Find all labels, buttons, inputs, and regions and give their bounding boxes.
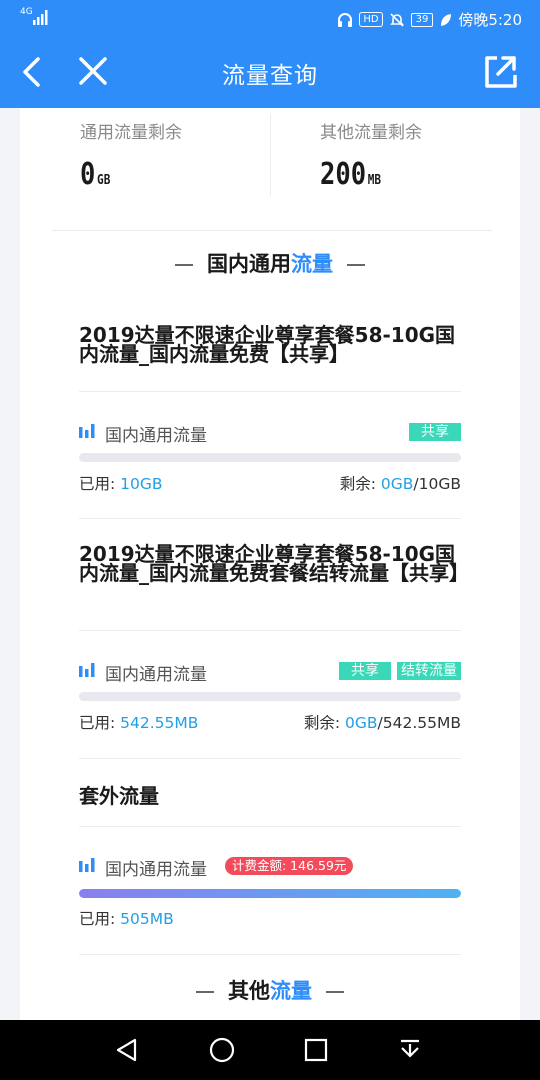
leaf-icon bbox=[441, 13, 452, 26]
home-circle-icon[interactable] bbox=[207, 1035, 237, 1065]
usage-label: 国内通用流量 bbox=[105, 426, 207, 446]
other-remaining-value: 200 MB bbox=[320, 157, 382, 192]
usage-label: 国内通用流量 bbox=[105, 665, 207, 685]
divider bbox=[79, 826, 461, 827]
nav-bar: 流量查询 bbox=[0, 36, 540, 108]
bar-chart-icon bbox=[79, 663, 95, 677]
package-1-tags: 共享 bbox=[409, 423, 461, 441]
extra-stats: 已用: 505MB bbox=[79, 907, 461, 929]
dash-left bbox=[175, 264, 193, 266]
other-remaining: 其他流量剩余 200 MB bbox=[320, 118, 422, 192]
used-label: 已用: bbox=[79, 475, 121, 493]
used-value: 505MB bbox=[120, 910, 174, 928]
general-remaining-value: 0 GB bbox=[80, 157, 111, 192]
usage-label: 国内通用流量 bbox=[105, 860, 207, 880]
divider bbox=[79, 758, 461, 759]
package-1-title: 2019达量不限速企业尊享套餐58-10G国内流量_国内流量免费【共享】 bbox=[79, 323, 456, 366]
package-1-progress bbox=[79, 453, 461, 462]
mute-bell-icon bbox=[389, 12, 404, 27]
page-title: 流量查询 bbox=[222, 63, 318, 89]
clock: 傍晚5:20 bbox=[458, 11, 522, 29]
extra-flow-title: 套外流量 bbox=[79, 784, 159, 808]
divider bbox=[79, 518, 461, 519]
used-label: 已用: bbox=[79, 910, 121, 928]
package-2-tags: 共享 结转流量 bbox=[339, 662, 461, 680]
status-bar: 4G HD 39 傍晚5:20 bbox=[0, 0, 540, 36]
package-1-stats: 已用: 10GB 剩余: 0GB/10GB bbox=[79, 472, 461, 494]
general-remaining-label: 通用流量剩余 bbox=[80, 123, 182, 143]
system-nav-bar bbox=[0, 1020, 540, 1080]
extra-usage-row: 国内通用流量 计费金额: 146.59元 bbox=[79, 855, 461, 880]
dash-left bbox=[196, 991, 214, 993]
back-triangle-icon[interactable] bbox=[112, 1035, 142, 1065]
recents-square-icon[interactable] bbox=[301, 1035, 331, 1065]
network-type: 4G bbox=[20, 7, 33, 17]
notification-pull-icon[interactable] bbox=[395, 1035, 425, 1065]
used-value: 542.55MB bbox=[120, 714, 199, 732]
bar-chart-icon bbox=[79, 858, 95, 872]
flow-card: 通用流量剩余 0 GB 其他流量剩余 200 MB 国内通用流量 2019达量不限速… bbox=[20, 108, 520, 1020]
battery-icon: 39 bbox=[410, 12, 434, 27]
section-other-heading: 其他流量 bbox=[20, 975, 520, 1005]
package-2-title: 2019达量不限速企业尊享套餐58-10G国内流量_国内流量免费套餐结转流量【共… bbox=[79, 542, 469, 585]
extra-progress-fill bbox=[79, 889, 461, 898]
hd-icon: HD bbox=[359, 12, 383, 27]
divider bbox=[52, 230, 492, 231]
remain: 剩余: 0GB/542.55MB bbox=[303, 714, 461, 732]
used-label: 已用: bbox=[79, 714, 121, 732]
package-1-progress-fill bbox=[79, 453, 461, 462]
divider bbox=[79, 630, 461, 631]
package-2-stats: 已用: 542.55MB 剩余: 0GB/542.55MB bbox=[79, 711, 461, 733]
bar-chart-icon bbox=[79, 424, 95, 438]
package-2-usage-row: 国内通用流量 共享 结转流量 bbox=[79, 660, 461, 685]
section-domestic-heading: 国内通用流量 bbox=[20, 248, 520, 278]
tag-carryover: 结转流量 bbox=[397, 662, 461, 680]
dash-right bbox=[347, 264, 365, 266]
headset-icon bbox=[338, 12, 353, 27]
tag-shared: 共享 bbox=[409, 423, 461, 441]
package-2-progress bbox=[79, 692, 461, 701]
divider bbox=[79, 954, 461, 955]
general-remaining: 通用流量剩余 0 GB bbox=[80, 118, 182, 192]
package-2-progress-fill bbox=[79, 692, 461, 701]
package-1-usage-row: 国内通用流量 共享 bbox=[79, 421, 461, 446]
share-icon[interactable] bbox=[480, 52, 520, 92]
fee-badge: 计费金额: 146.59元 bbox=[225, 857, 354, 875]
content-area[interactable]: 通用流量剩余 0 GB 其他流量剩余 200 MB 国内通用流量 2019达量不限速… bbox=[0, 108, 540, 1020]
other-remaining-label: 其他流量剩余 bbox=[320, 123, 422, 143]
divider bbox=[79, 391, 461, 392]
dash-right bbox=[326, 991, 344, 993]
tag-shared: 共享 bbox=[339, 662, 391, 680]
remain: 剩余: 0GB/10GB bbox=[339, 475, 461, 493]
used-value: 10GB bbox=[120, 475, 163, 493]
summary-divider bbox=[270, 114, 271, 196]
extra-progress bbox=[79, 889, 461, 898]
signal-icon bbox=[33, 10, 48, 25]
